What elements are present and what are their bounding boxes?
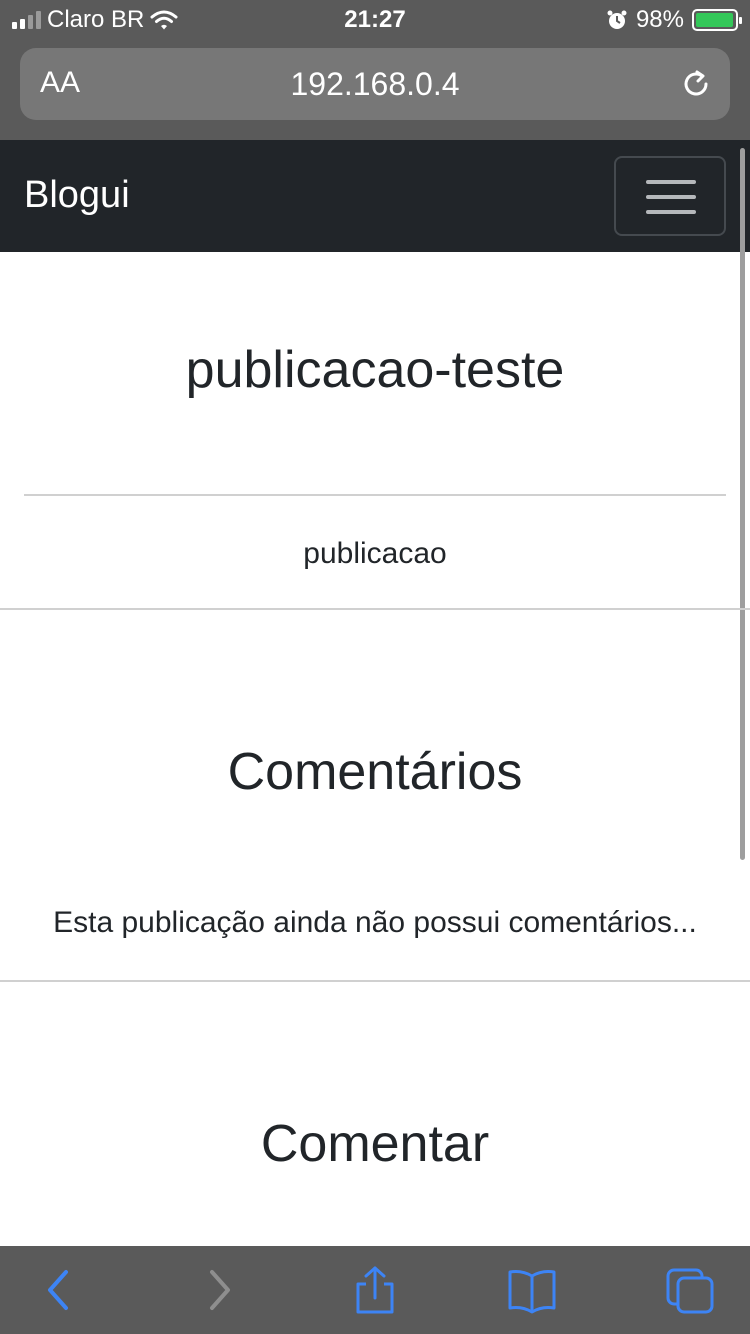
browser-toolbar	[0, 1246, 750, 1334]
comments-heading: Comentários	[227, 743, 523, 801]
navbar-toggler-button[interactable]	[614, 156, 726, 236]
no-comments-message: Esta publicação ainda não possui comentá…	[53, 906, 697, 939]
browser-address-area: AA 192.168.0.4	[0, 40, 750, 140]
status-right: 98%	[606, 6, 742, 34]
status-bar: Claro BR 21:27 98%	[0, 0, 750, 40]
post-title: publicacao-teste	[185, 341, 565, 399]
divider	[0, 980, 750, 982]
url-text[interactable]: 192.168.0.4	[20, 66, 730, 103]
navbar-brand[interactable]: Blogui	[24, 174, 130, 217]
bookmarks-icon[interactable]	[506, 1266, 558, 1314]
forward-icon	[210, 1270, 230, 1310]
back-icon[interactable]	[34, 1266, 86, 1314]
address-bar[interactable]: AA 192.168.0.4	[20, 48, 730, 120]
navbar: Blogui	[0, 140, 750, 252]
post-body: publicacao	[303, 537, 447, 570]
battery-fill	[696, 13, 734, 27]
divider	[0, 608, 750, 610]
hamburger-icon-bar	[646, 180, 696, 184]
hamburger-icon-bar	[646, 210, 696, 214]
tabs-icon[interactable]	[664, 1266, 716, 1314]
reload-icon[interactable]	[678, 66, 714, 102]
battery-percent: 98%	[635, 6, 684, 33]
hamburger-icon-bar	[646, 195, 696, 199]
divider	[24, 494, 726, 496]
alarm-icon	[607, 10, 627, 29]
battery-charging-icon	[692, 9, 742, 31]
share-icon[interactable]	[349, 1266, 401, 1314]
comment-form-heading: Comentar	[260, 1115, 490, 1173]
